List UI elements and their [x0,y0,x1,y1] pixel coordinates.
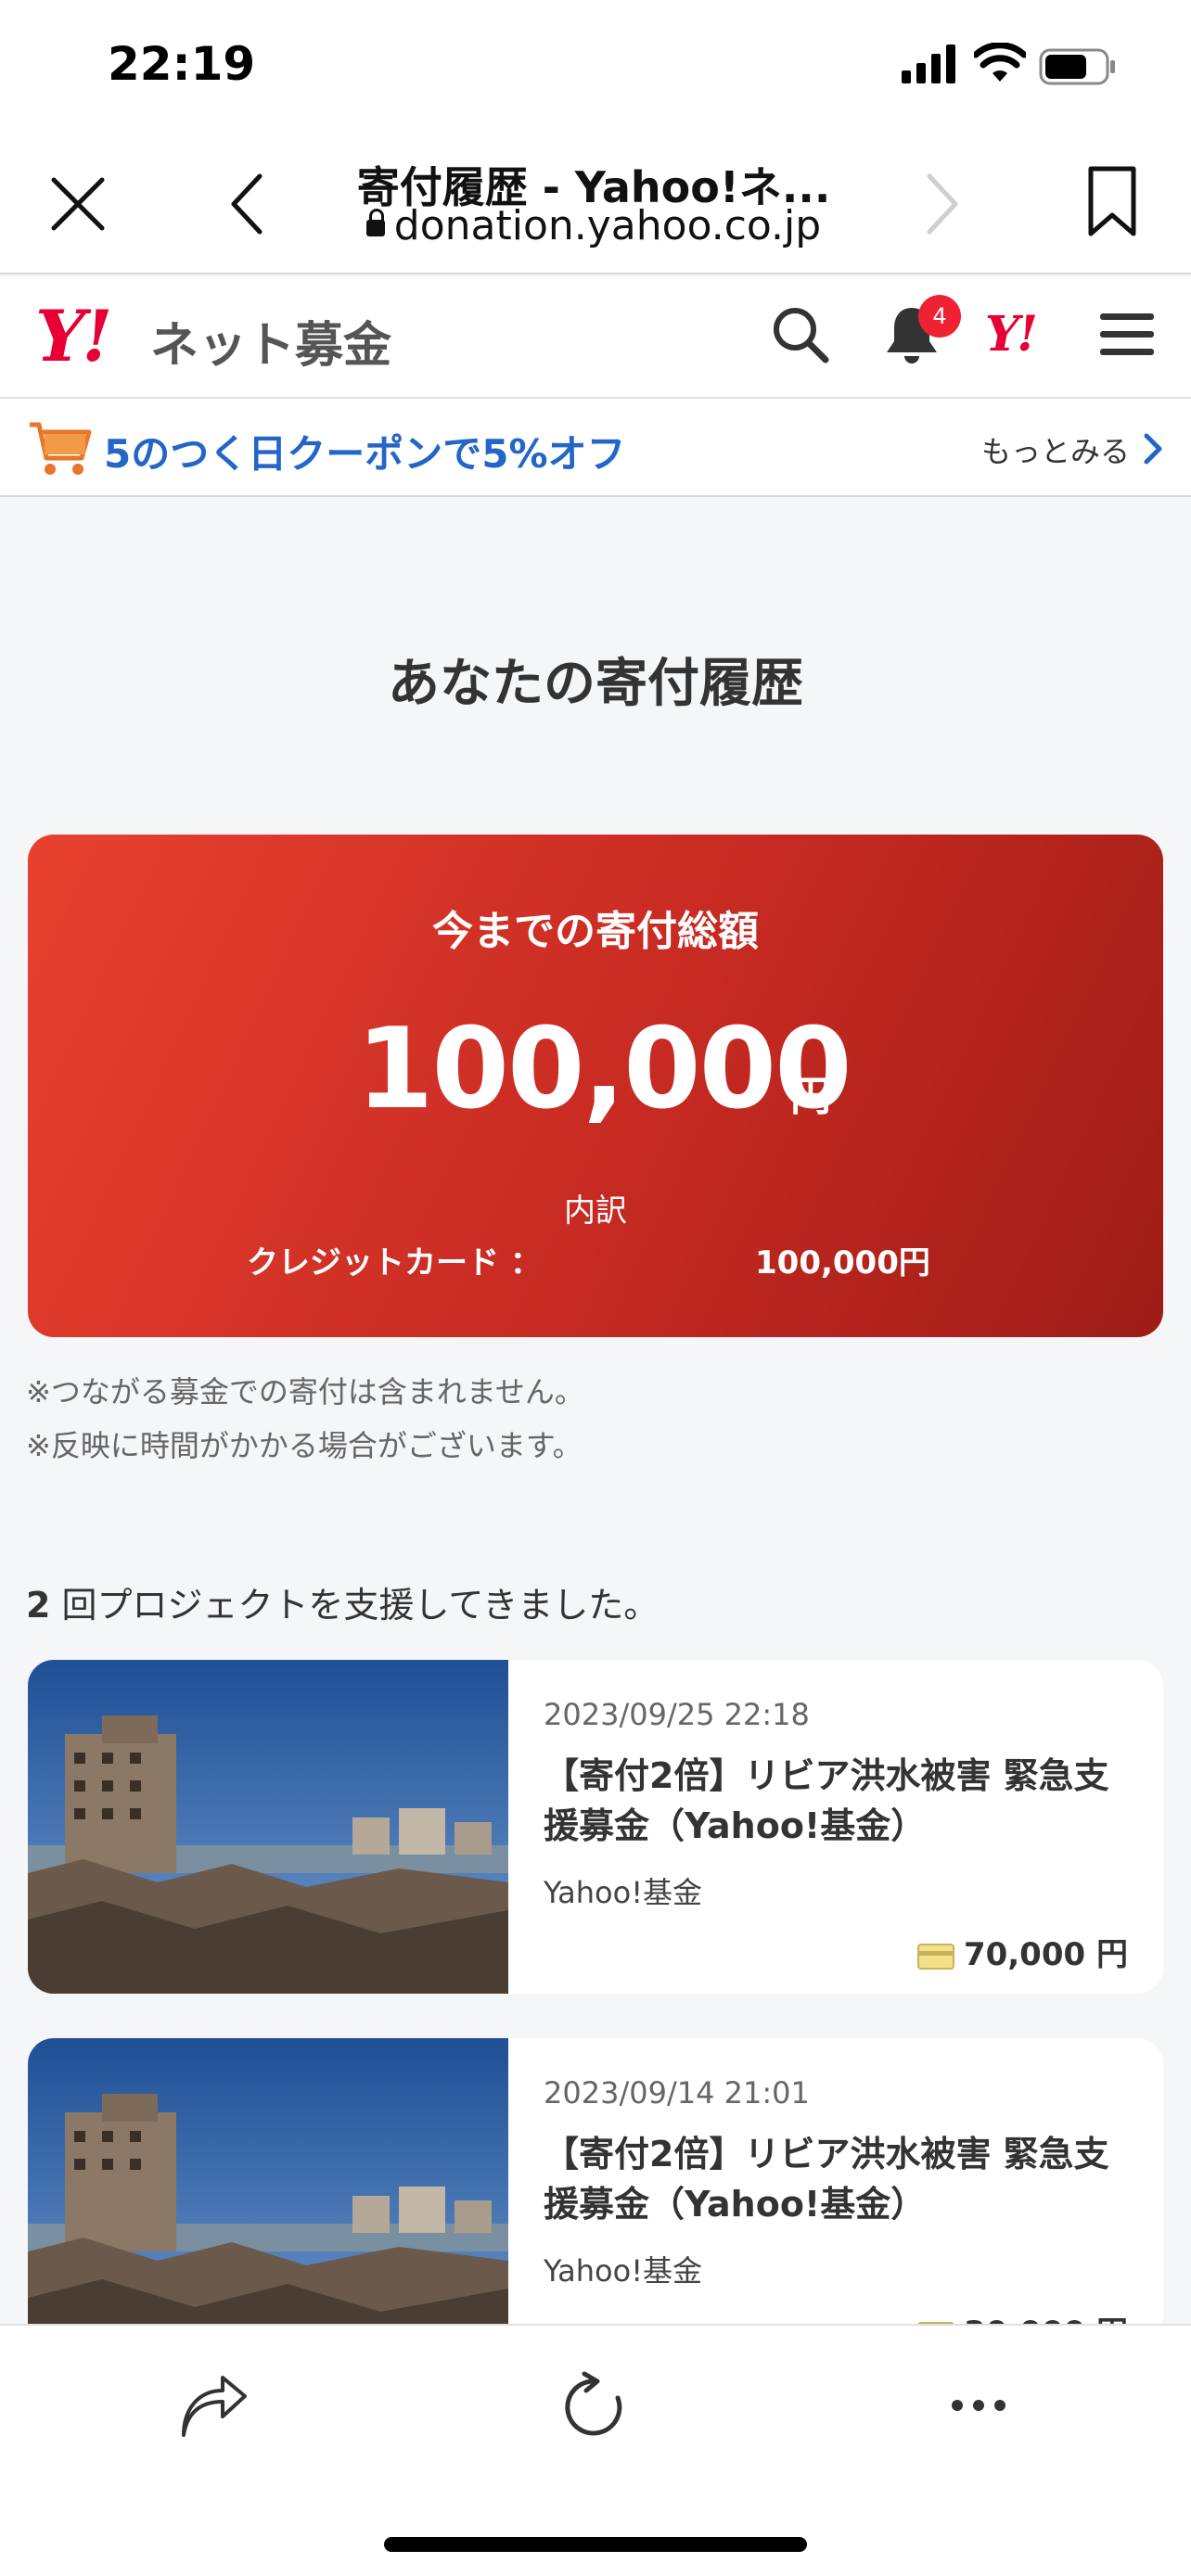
credit-card-icon [916,1943,954,1970]
forward-chevron-icon[interactable] [915,171,967,237]
project-title[interactable]: 【寄付2倍】リビア洪水被害 緊急支援募金（Yahoo!基金） [544,2129,1137,2229]
battery-icon [1039,48,1115,85]
home-indicator[interactable] [384,2537,807,2552]
browser-url[interactable]: donation.yahoo.co.jp [306,202,881,249]
search-icon[interactable] [770,304,831,365]
share-icon[interactable] [176,2370,250,2444]
project-thumbnail [28,2038,508,2372]
status-time: 22:19 [108,37,256,91]
browser-domain: donation.yahoo.co.jp [393,202,822,249]
donation-history-item[interactable]: 2023/09/14 21:01 【寄付2倍】リビア洪水被害 緊急支援募金（Ya… [28,2038,1163,2372]
credit-card-label: クレジットカード ： [247,1244,542,1282]
donation-date: 2023/09/25 22:18 [544,1697,810,1732]
promo-more-link[interactable]: もっとみる [981,428,1130,471]
project-title[interactable]: 【寄付2倍】リビア洪水被害 緊急支援募金（Yahoo!基金） [544,1751,1137,1851]
service-logo-text[interactable]: ネット募金 [150,306,391,376]
donation-date: 2023/09/14 21:01 [544,2075,810,2111]
bookmark-icon[interactable] [1080,163,1145,239]
close-icon[interactable] [46,172,109,236]
support-count: 2 回プロジェクトを支援してきました。 [26,1576,659,1627]
menu-icon[interactable] [1098,310,1156,360]
donation-amount: 70,000 円 [916,1929,1128,1974]
project-organization: Yahoo!基金 [544,1875,703,1910]
lock-icon [365,209,385,236]
total-unit: 円 [790,1073,831,1120]
chevron-right-icon[interactable] [1143,432,1163,465]
shopping-cart-icon [30,422,92,475]
cellular-signal-icon [902,45,955,83]
credit-card-value: 100,000円 [755,1244,930,1282]
yahoo-logo[interactable]: Y! [35,295,113,377]
total-amount: 100,000 [356,1005,852,1134]
reload-icon[interactable] [557,2370,631,2444]
back-chevron-icon[interactable] [223,171,275,237]
wifi-icon [974,43,1026,82]
more-icon[interactable] [946,2387,1011,2424]
support-count-text: 回プロジェクトを支援してきました。 [50,1585,660,1626]
total-label: 今までの寄付総額 [432,908,759,955]
support-count-number: 2 [26,1585,51,1626]
page-title: あなたの寄付履歴 [388,654,803,714]
breakdown-label: 内訳 [564,1192,627,1230]
note-line: ※反映に時間がかかる場合がございます。 [26,1428,583,1463]
notification-badge: 4 [918,295,961,338]
note-line: ※つながる募金での寄付は含まれません。 [26,1374,584,1409]
donation-history-item[interactable]: 2023/09/25 22:18 【寄付2倍】リビア洪水被害 緊急支援募金（Ya… [28,1660,1163,1994]
project-thumbnail [28,1660,508,1994]
promo-text[interactable]: 5のつく日クーポンで5%オフ [104,423,626,479]
yahoo-top-link[interactable]: Y! [985,306,1038,363]
donation-amount-value: 70,000 円 [963,1936,1128,1973]
project-organization: Yahoo!基金 [544,2253,703,2289]
